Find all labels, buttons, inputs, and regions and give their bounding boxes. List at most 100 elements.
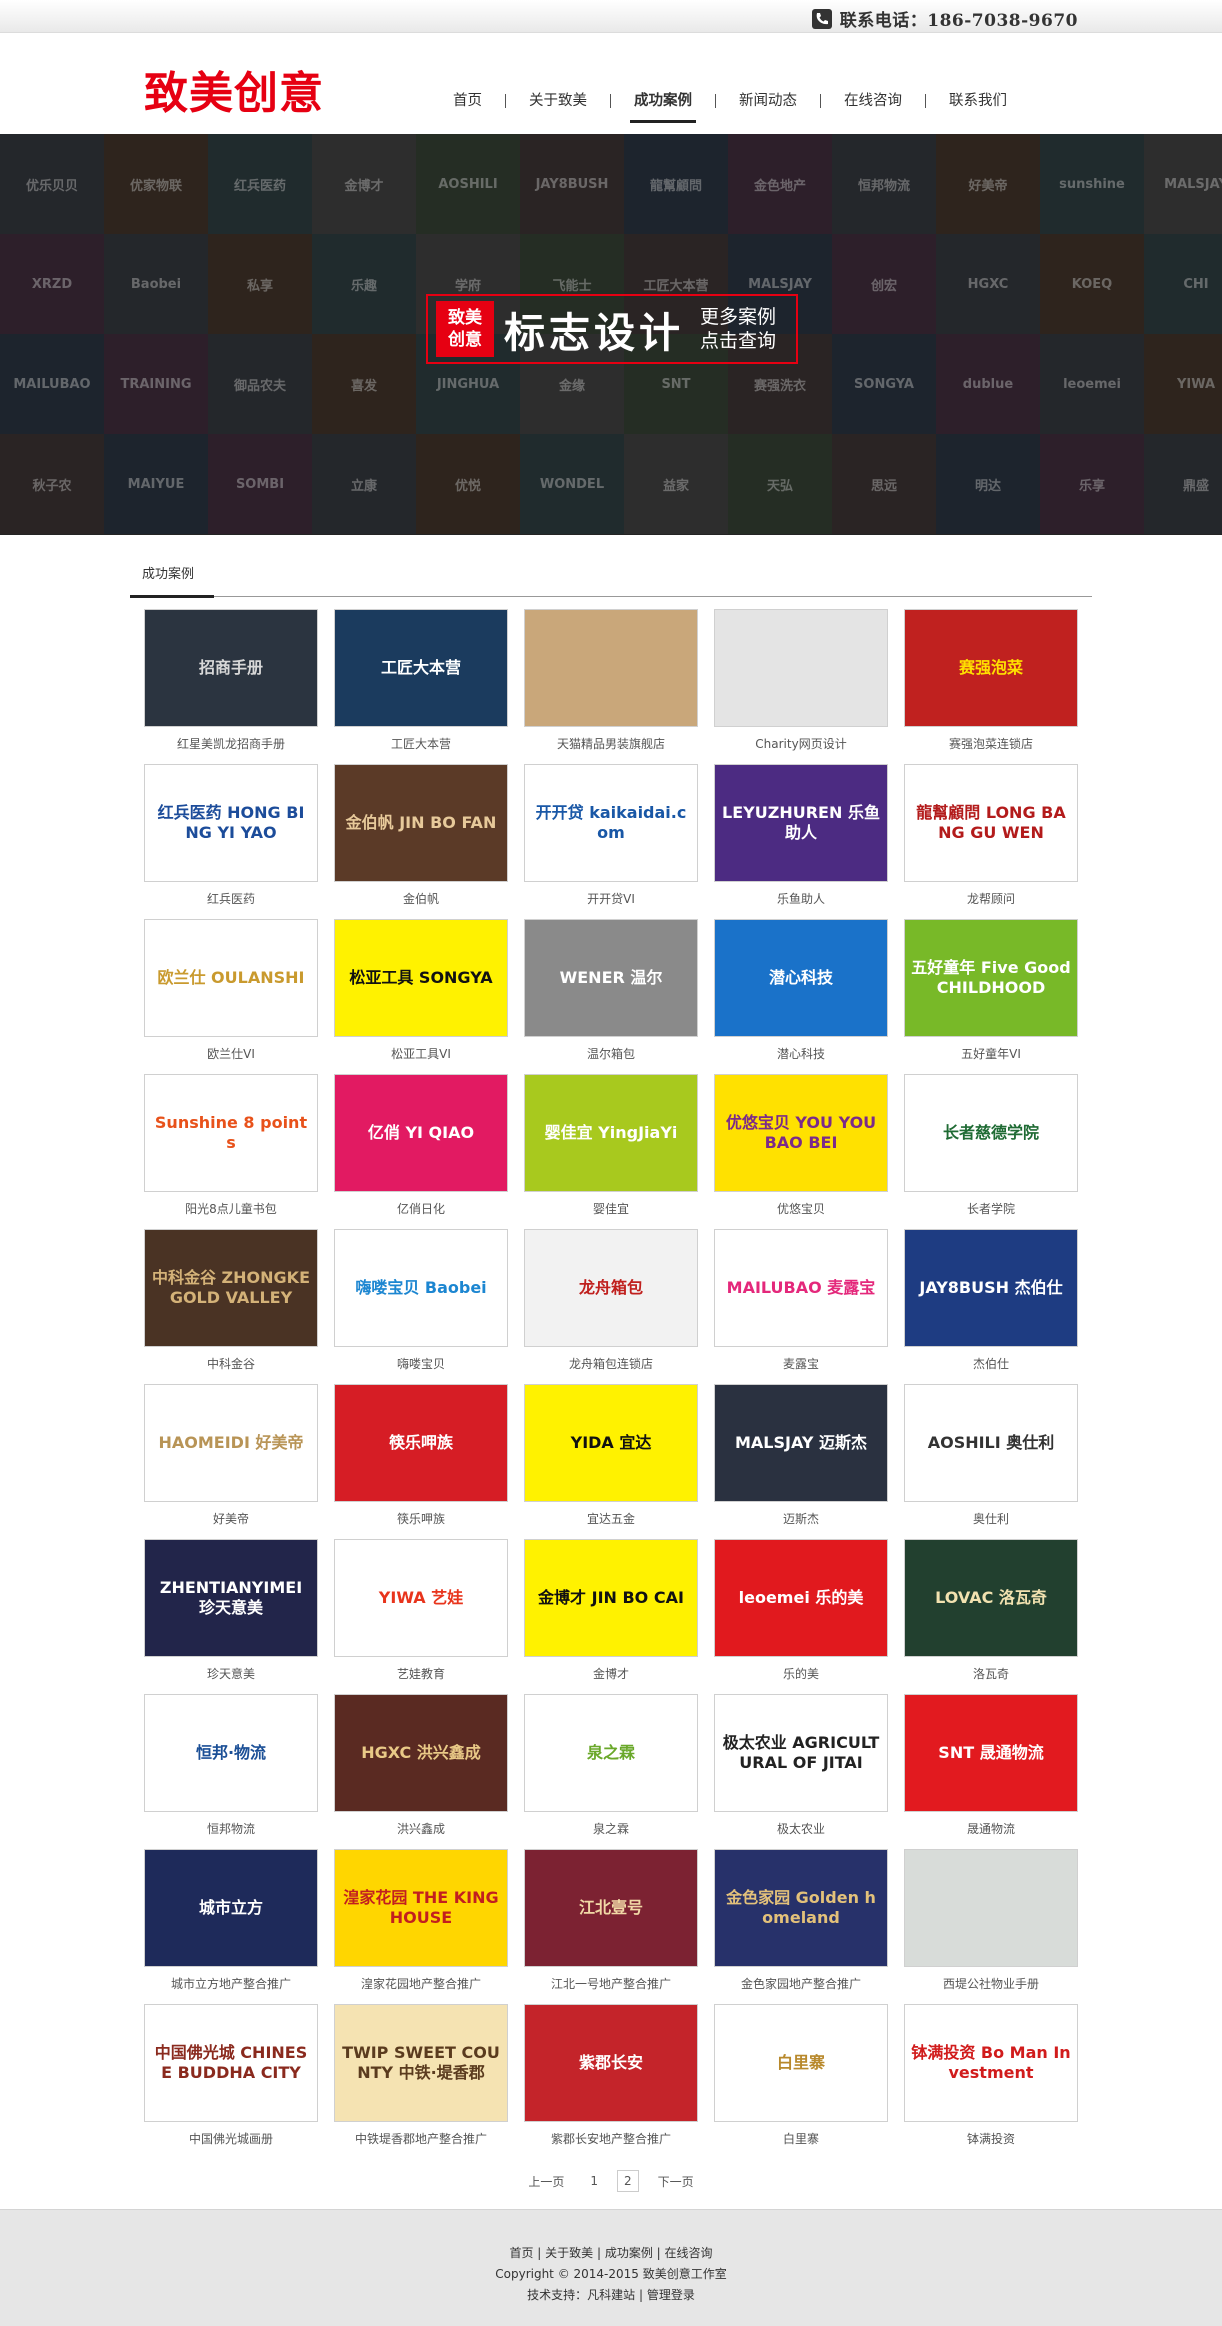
case-thumbnail[interactable]: 城市立方 [144, 1849, 318, 1967]
case-thumbnail[interactable]: 五好童年 Five Good CHILDHOOD [904, 919, 1078, 1037]
case-caption[interactable]: 珍天意美 [144, 1665, 318, 1682]
case-thumbnail[interactable]: TWIP SWEET COUNTY 中铁·堤香郡 [334, 2004, 508, 2122]
case-caption[interactable]: 迈斯杰 [714, 1510, 888, 1527]
case-thumbnail[interactable]: 潜心科技 [714, 919, 888, 1037]
case-caption[interactable]: 中铁堤香郡地产整合推广 [334, 2130, 508, 2147]
case-item[interactable]: LOVAC 洛瓦奇 洛瓦奇 [904, 1539, 1078, 1694]
case-item[interactable]: 湟家花园 THE KING HOUSE 湟家花园地产整合推广 [334, 1849, 508, 2004]
case-caption[interactable]: 宜达五金 [524, 1510, 698, 1527]
pager-item-3[interactable]: 下一页 [651, 2169, 701, 2194]
case-item[interactable]: 紫郡长安紫郡长安地产整合推广 [524, 2004, 698, 2159]
case-caption[interactable]: 钵满投资 [904, 2130, 1078, 2147]
case-thumbnail[interactable]: 恒邦·物流 [144, 1694, 318, 1812]
nav-item-0[interactable]: 首页 [430, 79, 505, 123]
case-item[interactable]: 嗨喽宝贝 Baobei 嗨喽宝贝 [334, 1229, 508, 1384]
case-thumbnail[interactable]: 金伯帆 JIN BO FAN [334, 764, 508, 882]
case-thumbnail[interactable]: 长者慈德学院 [904, 1074, 1078, 1192]
case-item[interactable]: 钵满投资 Bo Man Investment 钵满投资 [904, 2004, 1078, 2159]
case-thumbnail[interactable]: YIDA 宜达 [524, 1384, 698, 1502]
case-caption[interactable]: 红星美凯龙招商手册 [144, 735, 318, 752]
case-item[interactable]: 白里寨 白里寨 [714, 2004, 888, 2159]
case-item[interactable]: 招商手册 红星美凯龙招商手册 [144, 609, 318, 764]
footer-tech-link[interactable]: 凡科建站 [587, 2288, 635, 2302]
nav-item-3[interactable]: 新闻动态 [716, 79, 820, 123]
case-item[interactable]: LEYUZHUREN 乐鱼助人乐鱼助人 [714, 764, 888, 919]
case-thumbnail[interactable]: 江北壹号 [524, 1849, 698, 1967]
case-item[interactable]: 亿俏 YI QIAO 亿俏日化 [334, 1074, 508, 1229]
case-thumbnail[interactable]: HGXC 洪兴鑫成 [334, 1694, 508, 1812]
case-thumbnail[interactable]: YIWA 艺娃 [334, 1539, 508, 1657]
case-caption[interactable]: 长者学院 [904, 1200, 1078, 1217]
case-item[interactable]: 恒邦·物流 恒邦物流 [144, 1694, 318, 1849]
case-thumbnail[interactable]: JAY8BUSH 杰伯仕 [904, 1229, 1078, 1347]
case-caption[interactable]: 筷乐呷族 [334, 1510, 508, 1527]
case-item[interactable]: 龍幫顧問 LONG BANG GU WEN 龙帮顾问 [904, 764, 1078, 919]
case-caption[interactable]: 中科金谷 [144, 1355, 318, 1372]
case-item[interactable]: 金伯帆 JIN BO FAN 金伯帆 [334, 764, 508, 919]
case-caption[interactable]: 西堤公社物业手册 [904, 1975, 1078, 1992]
case-thumbnail[interactable]: 金色家园 Golden homeland [714, 1849, 888, 1967]
case-caption[interactable]: 江北一号地产整合推广 [524, 1975, 698, 1992]
case-thumbnail[interactable]: 筷乐呷族 [334, 1384, 508, 1502]
case-caption[interactable]: 龙帮顾问 [904, 890, 1078, 907]
case-item[interactable]: 中国佛光城 CHINESE BUDDHA CITY 中国佛光城画册 [144, 2004, 318, 2159]
case-item[interactable]: 城市立方 城市立方地产整合推广 [144, 1849, 318, 2004]
case-item[interactable]: 中科金谷 ZHONGKE GOLD VALLEY 中科金谷 [144, 1229, 318, 1384]
case-item[interactable]: 红兵医药 HONG BING YI YAO 红兵医药 [144, 764, 318, 919]
nav-item-1[interactable]: 关于致美 [506, 79, 610, 123]
case-item[interactable]: 金博才 JIN BO CAI 金博才 [524, 1539, 698, 1694]
case-thumbnail[interactable]: LEYUZHUREN 乐鱼助人 [714, 764, 888, 882]
case-thumbnail[interactable]: 钵满投资 Bo Man Investment [904, 2004, 1078, 2122]
case-item[interactable]: 欧兰仕 OULANSHI 欧兰仕VI [144, 919, 318, 1074]
case-caption[interactable]: 湟家花园地产整合推广 [334, 1975, 508, 1992]
site-logo[interactable]: 致美创意 [144, 72, 324, 116]
case-thumbnail[interactable]: 红兵医药 HONG BING YI YAO [144, 764, 318, 882]
case-item[interactable]: 西堤公社物业手册 [904, 1849, 1078, 2004]
case-caption[interactable]: 奥仕利 [904, 1510, 1078, 1527]
case-item[interactable]: 泉之霖 泉之霖 [524, 1694, 698, 1849]
case-item[interactable]: 工匠大本营 工匠大本营 [334, 609, 508, 764]
case-thumbnail[interactable]: leoemei 乐的美 [714, 1539, 888, 1657]
case-item[interactable]: 赛强泡菜 赛强泡菜连锁店 [904, 609, 1078, 764]
case-caption[interactable]: 婴佳宜 [524, 1200, 698, 1217]
case-item[interactable]: 婴佳宜 YingJiaYi 婴佳宜 [524, 1074, 698, 1229]
case-caption[interactable]: 极太农业 [714, 1820, 888, 1837]
case-thumbnail[interactable]: 工匠大本营 [334, 609, 508, 727]
case-caption[interactable]: 嗨喽宝贝 [334, 1355, 508, 1372]
case-item[interactable]: 筷乐呷族 筷乐呷族 [334, 1384, 508, 1539]
case-caption[interactable]: 紫郡长安地产整合推广 [524, 2130, 698, 2147]
case-thumbnail[interactable]: 松亚工具 SONGYA [334, 919, 508, 1037]
footer-link-0[interactable]: 首页 [509, 2246, 533, 2260]
case-item[interactable]: 天猫精品男装旗舰店 [524, 609, 698, 764]
case-item[interactable]: SNT 晟通物流 晟通物流 [904, 1694, 1078, 1849]
case-item[interactable]: leoemei 乐的美 乐的美 [714, 1539, 888, 1694]
case-thumbnail[interactable]: 欧兰仕 OULANSHI [144, 919, 318, 1037]
case-thumbnail[interactable]: 龍幫顧問 LONG BANG GU WEN [904, 764, 1078, 882]
case-item[interactable]: 松亚工具 SONGYA 松亚工具VI [334, 919, 508, 1074]
case-caption[interactable]: 工匠大本营 [334, 735, 508, 752]
case-thumbnail[interactable]: 开开贷 kaikaidai.com [524, 764, 698, 882]
case-thumbnail[interactable]: SNT 晟通物流 [904, 1694, 1078, 1812]
case-item[interactable]: HGXC 洪兴鑫成洪兴鑫成 [334, 1694, 508, 1849]
case-thumbnail[interactable]: ZHENTIANYIMEI 珍天意美 [144, 1539, 318, 1657]
case-item[interactable]: YIWA 艺娃 艺娃教育 [334, 1539, 508, 1694]
footer-link-3[interactable]: 在线咨询 [665, 2246, 713, 2260]
nav-item-2[interactable]: 成功案例 [611, 79, 715, 123]
case-item[interactable]: YIDA 宜达宜达五金 [524, 1384, 698, 1539]
case-thumbnail[interactable]: 亿俏 YI QIAO [334, 1074, 508, 1192]
case-caption[interactable]: 乐鱼助人 [714, 890, 888, 907]
case-thumbnail[interactable]: LOVAC 洛瓦奇 [904, 1539, 1078, 1657]
case-caption[interactable]: 温尔箱包 [524, 1045, 698, 1062]
case-thumbnail[interactable]: Sunshine 8 points [144, 1074, 318, 1192]
case-caption[interactable]: 阳光8点儿童书包 [144, 1200, 318, 1217]
case-item[interactable]: 龙舟箱包龙舟箱包连锁店 [524, 1229, 698, 1384]
case-thumbnail[interactable]: 龙舟箱包 [524, 1229, 698, 1347]
pager-item-2[interactable]: 2 [617, 2170, 639, 2192]
case-caption[interactable]: 中国佛光城画册 [144, 2130, 318, 2147]
case-caption[interactable]: 龙舟箱包连锁店 [524, 1355, 698, 1372]
case-caption[interactable]: 洪兴鑫成 [334, 1820, 508, 1837]
case-item[interactable]: Charity网页设计 [714, 609, 888, 764]
case-thumbnail[interactable]: 紫郡长安 [524, 2004, 698, 2122]
footer-link-2[interactable]: 成功案例 [605, 2246, 653, 2260]
case-thumbnail[interactable]: 婴佳宜 YingJiaYi [524, 1074, 698, 1192]
